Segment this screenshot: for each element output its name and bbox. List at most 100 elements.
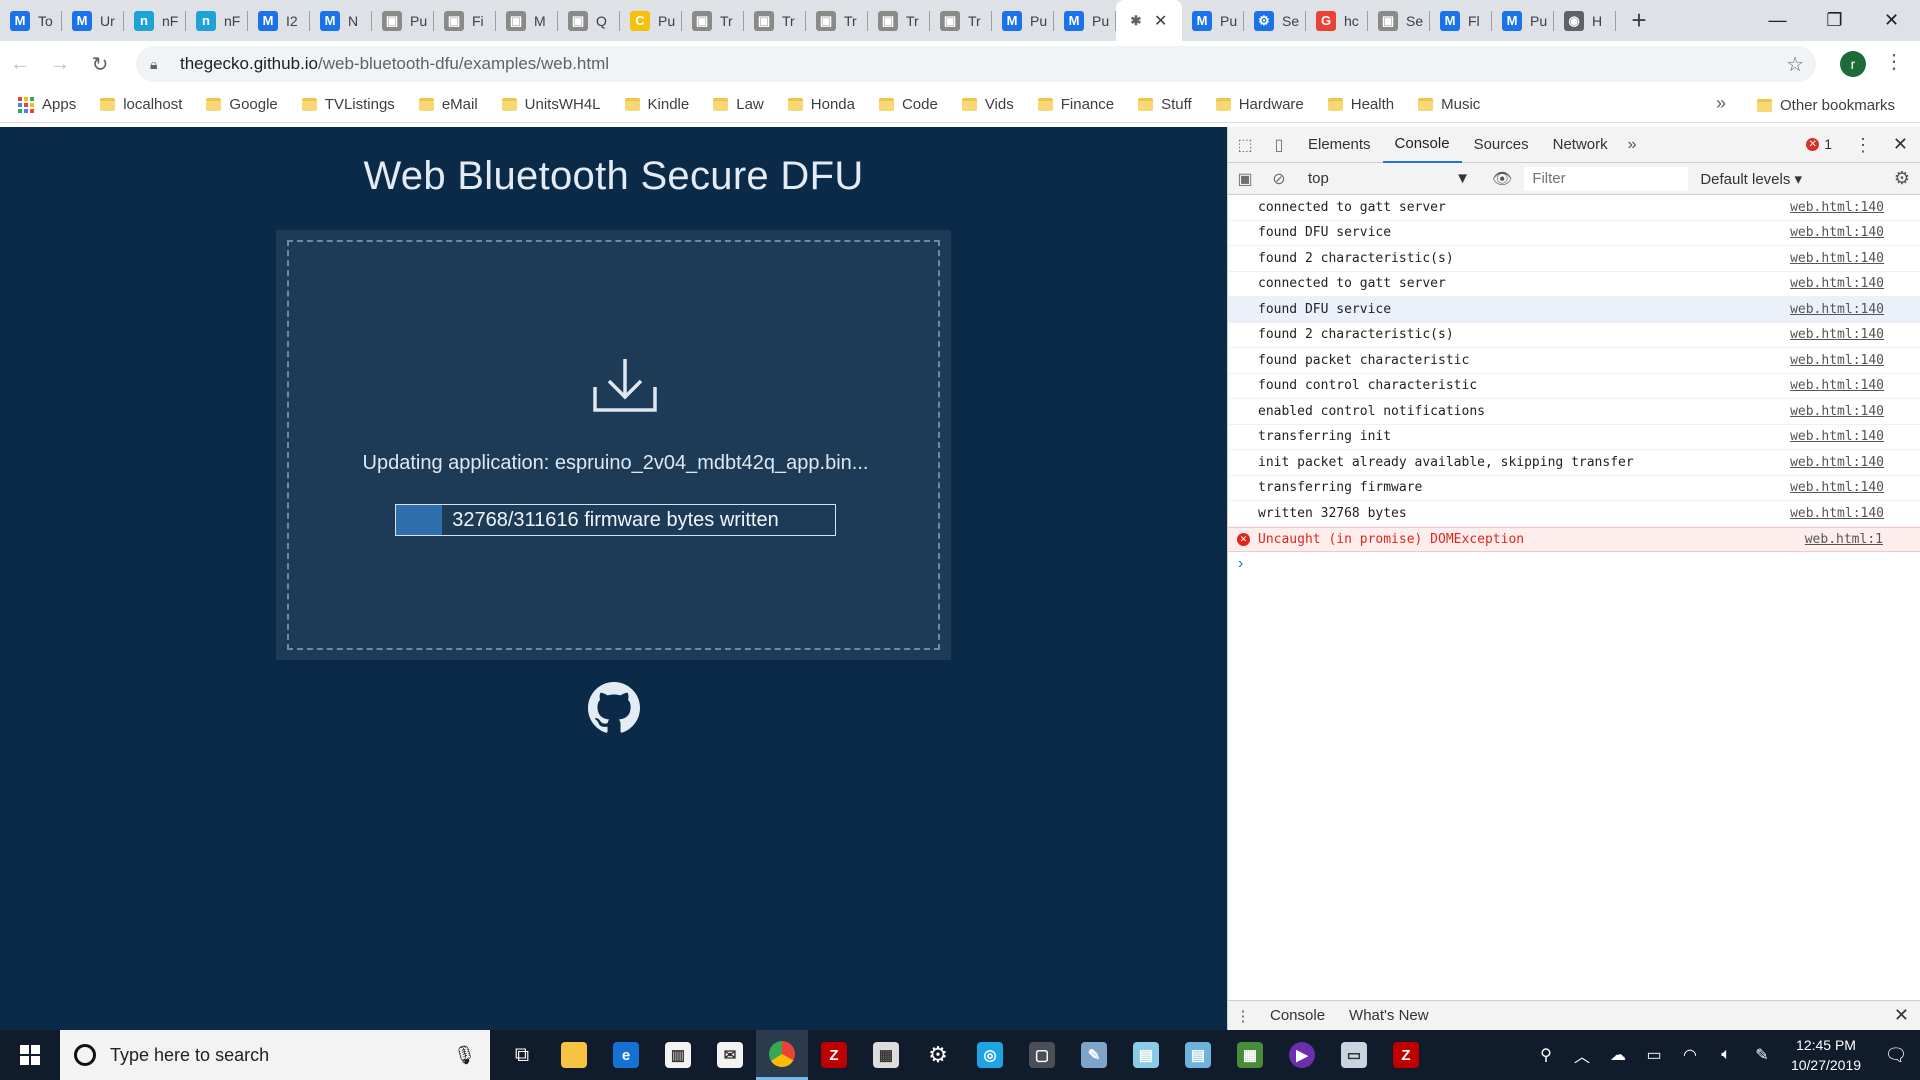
action-center-icon[interactable]: 🗨︎ <box>1872 1045 1920 1066</box>
browser-tab[interactable]: M Pu <box>1182 0 1244 41</box>
source-link[interactable]: web.html:140 <box>1790 455 1884 470</box>
file-dropzone[interactable]: Updating application: espruino_2v04_mdbt… <box>287 240 940 650</box>
github-icon[interactable] <box>588 682 640 734</box>
app-notepad-icon[interactable]: ▤ <box>1120 1030 1172 1080</box>
bookmark-star-icon[interactable]: ☆ <box>1786 52 1804 77</box>
source-link[interactable]: web.html:140 <box>1790 429 1884 444</box>
browser-tab[interactable]: M To <box>0 0 62 41</box>
source-link[interactable]: web.html:140 <box>1790 480 1884 495</box>
people-icon[interactable]: ⚲ <box>1528 1045 1564 1065</box>
clear-console-icon[interactable]: ⊘ <box>1262 169 1296 189</box>
new-tab-icon[interactable]: + <box>1616 0 1662 41</box>
taskbar-search[interactable]: Type here to search 🎙︎ <box>60 1030 490 1080</box>
browser-tab[interactable]: M Pu <box>1492 0 1554 41</box>
settings-icon[interactable]: ⚙ <box>912 1030 964 1080</box>
live-expression-eye-icon[interactable]: 👁︎ <box>1492 169 1512 189</box>
battery-icon[interactable]: ▭ <box>1636 1045 1672 1065</box>
forward-icon[interactable]: → <box>40 44 80 84</box>
back-icon[interactable]: ← <box>0 44 40 84</box>
bookmark-google[interactable]: Google <box>206 96 278 113</box>
source-link[interactable]: web.html:140 <box>1790 404 1884 419</box>
tab-active[interactable]: ✱ ✕ <box>1116 0 1182 41</box>
microphone-icon[interactable]: 🎙︎ <box>453 1045 476 1066</box>
browser-tab[interactable]: M Pu <box>992 0 1054 41</box>
app-gray-icon[interactable]: ▢ <box>1016 1030 1068 1080</box>
devtools-tab-sources[interactable]: Sources <box>1462 127 1541 163</box>
filezilla-icon[interactable]: Z <box>808 1030 860 1080</box>
lock-icon[interactable]: 🔒︎ <box>150 56 170 73</box>
bookmark-email[interactable]: eMail <box>418 96 478 113</box>
pen-icon[interactable]: ✎ <box>1744 1045 1780 1065</box>
bookmark-localhost[interactable]: localhost <box>100 96 182 113</box>
address-bar[interactable]: 🔒︎ thegecko.github.io/web-bluetooth-dfu/… <box>136 46 1816 82</box>
source-link[interactable]: web.html:140 <box>1790 251 1884 266</box>
browser-tab[interactable]: ◉ H <box>1554 0 1616 41</box>
devtools-close-icon[interactable]: ✕ <box>1893 134 1908 155</box>
other-bookmarks[interactable]: Other bookmarks <box>1757 87 1895 123</box>
bookmark-kindle[interactable]: Kindle <box>624 96 689 113</box>
profile-avatar[interactable]: r <box>1840 51 1866 77</box>
devtools-tab-network[interactable]: Network <box>1541 127 1620 163</box>
bookmark-health[interactable]: Health <box>1327 96 1394 113</box>
bookmark-code[interactable]: Code <box>878 96 938 113</box>
browser-tab[interactable]: n nF <box>124 0 186 41</box>
browser-tab[interactable]: ▣ Q <box>558 0 620 41</box>
show-hidden-icons-icon[interactable]: ︿ <box>1564 1043 1600 1067</box>
browser-tab[interactable]: n nF <box>186 0 248 41</box>
filezilla-server-icon[interactable]: Z <box>1380 1030 1432 1080</box>
task-view-icon[interactable]: ⧉ <box>496 1030 548 1080</box>
sidebar-toggle-icon[interactable]: ▣ <box>1228 169 1262 189</box>
devtools-tab-console[interactable]: Console <box>1382 127 1462 163</box>
more-tabs-icon[interactable]: » <box>1620 136 1645 154</box>
source-link[interactable]: web.html:140 <box>1790 353 1884 368</box>
bookmark-law[interactable]: Law <box>713 96 764 113</box>
browser-tab[interactable]: M Fl <box>1430 0 1492 41</box>
app-purple-icon[interactable]: ▶ <box>1276 1030 1328 1080</box>
bookmark-stuff[interactable]: Stuff <box>1138 96 1192 113</box>
source-link[interactable]: web.html:140 <box>1790 506 1884 521</box>
bookmark-unitswh4l[interactable]: UnitsWH4L <box>501 96 601 113</box>
bookmark-vids[interactable]: Vids <box>961 96 1014 113</box>
browser-tab[interactable]: ▣ Se <box>1368 0 1430 41</box>
source-link[interactable]: web.html:140 <box>1790 276 1884 291</box>
onedrive-icon[interactable]: ☁ <box>1600 1045 1636 1065</box>
system-clock[interactable]: 12:45 PM 10/27/2019 <box>1780 1035 1872 1075</box>
source-link[interactable]: web.html:140 <box>1790 225 1884 240</box>
source-link[interactable]: web.html:1 <box>1805 532 1883 547</box>
source-link[interactable]: web.html:140 <box>1790 378 1884 393</box>
devtools-menu-icon[interactable]: ⋮ <box>1854 135 1872 156</box>
browser-tab[interactable]: ▣ Tr <box>868 0 930 41</box>
drawer-tab-console[interactable]: Console <box>1258 1007 1337 1024</box>
browser-tab[interactable]: ▣ Tr <box>744 0 806 41</box>
bookmark-tvlistings[interactable]: TVListings <box>301 96 395 113</box>
source-link[interactable]: web.html:140 <box>1790 200 1884 215</box>
store-icon[interactable]: ▥ <box>652 1030 704 1080</box>
context-selector[interactable]: top ▼ <box>1308 170 1478 187</box>
browser-tab[interactable]: M Ur <box>62 0 124 41</box>
app-blue-icon[interactable]: ◎ <box>964 1030 1016 1080</box>
console-filter-input[interactable] <box>1524 166 1689 191</box>
browser-tab[interactable]: MN <box>310 0 372 41</box>
log-levels-dropdown[interactable]: Default levels ▾ <box>1700 170 1802 188</box>
drawer-tab-whats-new[interactable]: What's New <box>1337 1007 1441 1024</box>
wifi-icon[interactable]: ◠ <box>1672 1045 1708 1065</box>
browser-tab[interactable]: Ghc <box>1306 0 1368 41</box>
tab-close-icon[interactable]: ✕ <box>1154 11 1167 31</box>
reload-icon[interactable]: ↻ <box>80 44 120 84</box>
app-book-icon[interactable]: ▤ <box>1172 1030 1224 1080</box>
paint-icon[interactable]: ✎ <box>1068 1030 1120 1080</box>
app-green-icon[interactable]: ▦ <box>1224 1030 1276 1080</box>
console-settings-icon[interactable]: ⚙ <box>1894 168 1910 189</box>
calculator-icon[interactable]: ▦ <box>860 1030 912 1080</box>
browser-tab[interactable]: ▣ Fi <box>434 0 496 41</box>
bookmark-apps[interactable]: Apps <box>18 96 76 113</box>
drawer-close-icon[interactable]: ✕ <box>1894 1005 1909 1026</box>
bookmark-hardware[interactable]: Hardware <box>1215 96 1304 113</box>
mail-icon[interactable]: ✉ <box>704 1030 756 1080</box>
volume-icon[interactable]: 🔈︎ <box>1708 1046 1744 1064</box>
maximize-icon[interactable]: ❐ <box>1806 0 1863 41</box>
browser-tab[interactable]: C Pu <box>620 0 682 41</box>
file-explorer-icon[interactable] <box>548 1030 600 1080</box>
browser-tab[interactable]: ▣ Pu <box>372 0 434 41</box>
bookmarks-overflow-icon[interactable]: » <box>1716 93 1726 114</box>
